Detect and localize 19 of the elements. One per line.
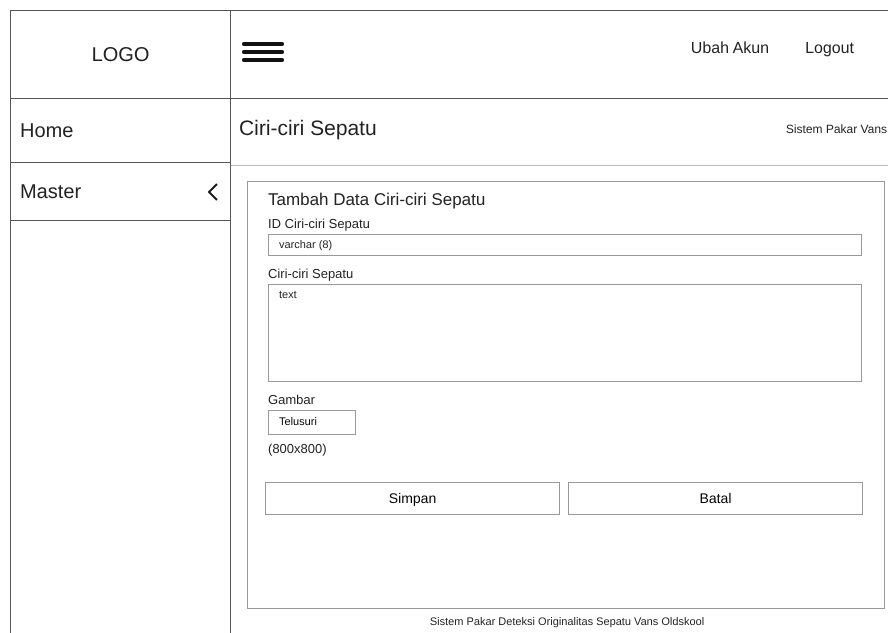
save-button[interactable]: Simpan — [265, 482, 560, 516]
field-label: ID Ciri-ciri Sepatu — [268, 215, 371, 234]
nav-link[interactable]: Logout — [805, 36, 854, 60]
size-hint: (800x800) — [268, 440, 328, 458]
page-title: Ciri-ciri Sepatu — [239, 116, 377, 142]
cancel-button[interactable]: Batal — [568, 482, 863, 516]
input-field[interactable]: varchar (8) — [268, 234, 862, 256]
field-label: Ciri-ciri Sepatu — [268, 265, 354, 284]
footer-text: Sistem Pakar Deteksi Originalitas Sepatu Vans Oldskool — [428, 615, 706, 630]
menu-icon[interactable] — [242, 42, 284, 62]
field-label: Gambar — [268, 390, 316, 409]
form-title: Tambah Data Ciri-ciri Sepatu — [268, 190, 486, 210]
text-area[interactable]: text — [268, 284, 862, 382]
browse-button[interactable]: Telusuri — [268, 410, 356, 435]
sidebar-item[interactable]: Home — [11, 99, 230, 163]
sidebar-item[interactable]: Master — [11, 163, 230, 221]
app-name: Sistem Pakar Vans — [786, 121, 887, 138]
logo: LOGO — [11, 11, 230, 99]
nav-link[interactable]: Ubah Akun — [690, 36, 770, 60]
